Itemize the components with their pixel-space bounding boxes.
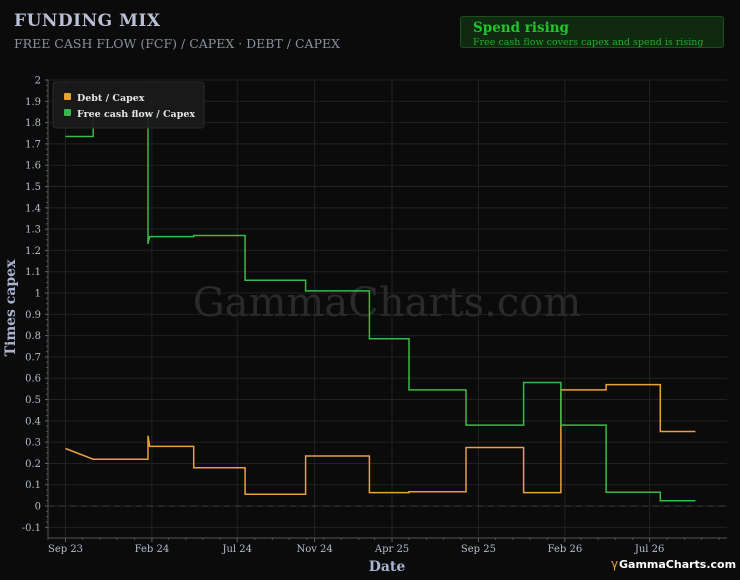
y-tick-label: 1.3 — [25, 225, 41, 236]
x-tick-label: Jul 24 — [221, 544, 252, 555]
y-axis-title: Times capex — [3, 259, 19, 357]
y-tick-label: 1.2 — [25, 246, 41, 257]
y-tick-label: 0.6 — [25, 374, 41, 385]
y-tick-label: 0.2 — [25, 459, 41, 470]
y-tick-label: 1.6 — [25, 161, 41, 172]
brand-logo: γ GammaCharts.com — [611, 557, 736, 571]
watermark: GammaCharts.com — [193, 280, 582, 326]
y-tick-label: 0.1 — [25, 480, 41, 491]
x-tick-label: Sep 23 — [48, 544, 83, 555]
brand-text: GammaCharts.com — [619, 558, 736, 571]
x-tick-label: Nov 24 — [296, 544, 332, 555]
legend-label-fcf: Free cash flow / Capex — [77, 109, 195, 120]
legend-box — [52, 81, 205, 129]
series-line-debt-capex — [65, 383, 696, 496]
y-tick-label: 1.5 — [25, 182, 41, 193]
x-axis-title: Date — [369, 559, 406, 575]
brand-glyph-icon: γ — [611, 557, 618, 571]
funding-mix-chart: GammaCharts.com -0.1 0 0.1 0.2 0.3 0.4 0.5 0.6 0… — [3, 76, 736, 576]
y-tick-label: 1 — [35, 289, 41, 300]
legend-label-debt: Debt / Capex — [77, 93, 145, 104]
y-tick-label: 0.7 — [25, 352, 41, 363]
x-tick-label: Apr 25 — [374, 544, 409, 555]
y-tick-label: 0 — [35, 502, 41, 513]
y-tick-label: 1.4 — [25, 203, 41, 214]
y-tick-label: 0.8 — [25, 331, 41, 342]
legend: Debt / Capex Free cash flow / Capex — [52, 81, 205, 129]
y-tick-label: 1.8 — [25, 118, 41, 129]
y-tick-label: 2 — [35, 76, 41, 87]
y-tick-label: 0.5 — [25, 395, 41, 406]
y-tick-label: 1.9 — [25, 97, 41, 108]
x-tick-label: Jul 26 — [634, 544, 665, 555]
x-tick-label: Feb 26 — [548, 544, 583, 555]
y-tick-label: 0.4 — [25, 416, 41, 427]
x-tick-label: Sep 25 — [461, 544, 496, 555]
y-tick-label: 0.9 — [25, 310, 41, 321]
y-tick-label: 1.7 — [25, 139, 41, 150]
legend-swatch-fcf — [64, 109, 71, 116]
y-tick-label: 1.1 — [25, 267, 41, 278]
legend-swatch-debt — [64, 93, 71, 100]
y-tick-label: 0.3 — [25, 438, 41, 449]
y-tick-label: -0.1 — [22, 523, 41, 534]
x-tick-label: Feb 24 — [135, 544, 170, 555]
